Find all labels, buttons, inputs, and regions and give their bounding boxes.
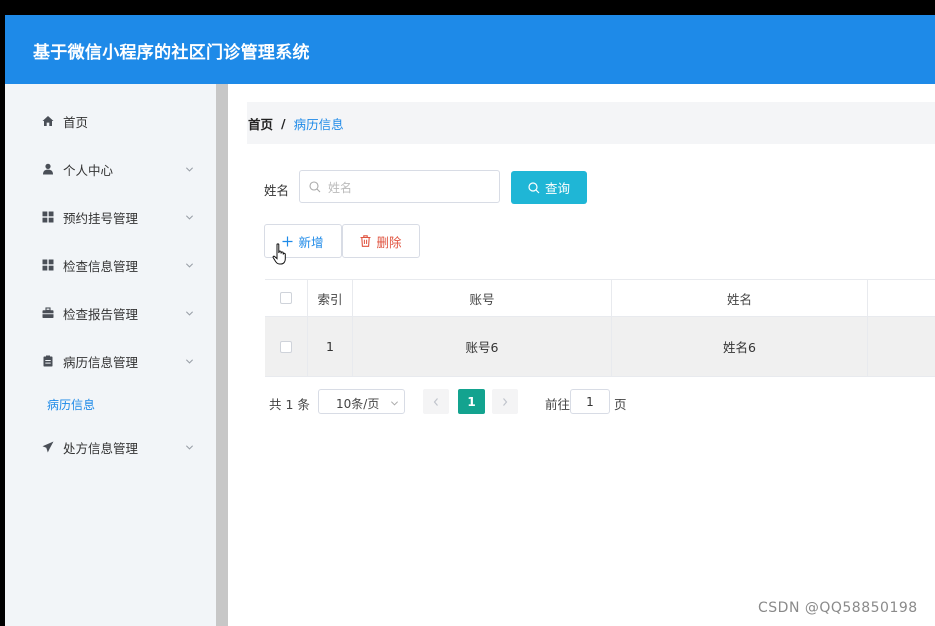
chevron-right-icon (503, 397, 508, 406)
sidebar-item-prescription[interactable]: 处方信息管理 (5, 427, 216, 467)
chevron-down-icon (185, 444, 194, 450)
add-button-label: 新增 (298, 234, 324, 250)
sidebar: 首页 个人中心 预约挂号管理 检查信息管理 检查报告管理 病历信息管理 病历信息… (5, 84, 216, 626)
sidebar-item-appointment[interactable]: 预约挂号管理 (5, 197, 216, 237)
user-icon (42, 163, 54, 175)
sidebar-scrollbar[interactable] (216, 84, 228, 626)
pagination: 共 1 条 10条/页 1 前往 1 页 (265, 389, 665, 415)
total-count: 共 1 条 (269, 397, 310, 412)
grid-icon (42, 259, 54, 271)
sidebar-item-label: 检查报告管理 (63, 306, 139, 322)
sidebar-item-exam-report[interactable]: 检查报告管理 (5, 293, 216, 333)
chevron-down-icon (185, 358, 194, 364)
top-header: 基于微信小程序的社区门诊管理系统 (5, 15, 935, 84)
sidebar-item-label: 个人中心 (63, 162, 114, 178)
prev-page-button[interactable] (423, 389, 449, 414)
sidebar-item-label: 检查信息管理 (63, 258, 139, 274)
select-all-checkbox[interactable] (280, 292, 292, 304)
sidebar-item-label: 首页 (63, 114, 89, 130)
system-title: 基于微信小程序的社区门诊管理系统 (33, 43, 310, 63)
search-field[interactable] (299, 170, 500, 203)
app-window: 基于微信小程序的社区门诊管理系统 首页 个人中心 预约挂号管理 检查信息管理 检… (5, 15, 935, 626)
table-header: 索引 账号 姓名 (265, 279, 935, 317)
trash-icon (360, 235, 371, 247)
sidebar-item-label: 预约挂号管理 (63, 210, 139, 226)
search-icon (309, 181, 321, 193)
sidebar-subitem-label: 病历信息 (47, 397, 96, 412)
sidebar-subitem-medical-record-info[interactable]: 病历信息 (5, 389, 216, 419)
hand-cursor-icon (272, 243, 286, 265)
goto-page-input[interactable]: 1 (570, 389, 610, 414)
home-icon (42, 115, 54, 127)
column-header-extra (868, 280, 935, 316)
page-size-value: 10条/页 (336, 397, 380, 411)
chevron-down-icon (390, 401, 399, 406)
search-icon (528, 181, 540, 193)
search-input[interactable] (326, 178, 495, 198)
sidebar-item-home[interactable]: 首页 (5, 101, 216, 141)
records-table: 索引 账号 姓名 1 账号6 姓名6 (265, 279, 935, 378)
table-row[interactable]: 1 账号6 姓名6 (265, 317, 935, 377)
chevron-down-icon (185, 214, 194, 220)
column-header-name: 姓名 (612, 280, 868, 316)
breadcrumb-current: 病历信息 (293, 116, 344, 132)
page-size-select[interactable]: 10条/页 (318, 389, 405, 414)
cell-extra (868, 317, 935, 376)
header-checkbox-cell (265, 280, 308, 316)
sidebar-item-personal-center[interactable]: 个人中心 (5, 149, 216, 189)
watermark: CSDN @QQ58850198 (758, 600, 918, 616)
chevron-down-icon (185, 262, 194, 268)
chevron-left-icon (433, 397, 438, 406)
breadcrumb-home[interactable]: 首页 (248, 114, 273, 133)
next-page-button[interactable] (492, 389, 518, 414)
cell-account: 账号6 (353, 317, 612, 376)
grid-icon (42, 211, 54, 223)
page-number-current[interactable]: 1 (458, 389, 485, 414)
send-icon (42, 441, 54, 453)
breadcrumb: 首页 / 病历信息 (247, 102, 935, 144)
delete-button[interactable]: 删除 (342, 224, 420, 258)
column-header-index: 索引 (308, 280, 353, 316)
sidebar-item-exam-info[interactable]: 检查信息管理 (5, 245, 216, 285)
query-button-label: 查询 (544, 181, 570, 196)
sidebar-item-label: 处方信息管理 (63, 440, 139, 456)
search-label: 姓名 (264, 183, 290, 198)
delete-button-label: 删除 (376, 234, 402, 250)
briefcase-icon (42, 307, 54, 319)
sidebar-item-medical-record[interactable]: 病历信息管理 (5, 341, 216, 381)
cell-name: 姓名6 (612, 317, 868, 376)
row-checkbox-cell (265, 317, 308, 376)
clipboard-icon (42, 355, 54, 367)
goto-page-suffix: 页 (614, 397, 627, 412)
breadcrumb-separator: / (281, 115, 286, 131)
cell-index: 1 (308, 317, 353, 376)
main-content: 首页 / 病历信息 姓名 查询 新增 删除 (228, 84, 935, 626)
query-button[interactable]: 查询 (511, 171, 587, 204)
sidebar-item-label: 病历信息管理 (63, 354, 139, 370)
chevron-down-icon (185, 310, 194, 316)
chevron-down-icon (185, 166, 194, 172)
goto-label: 前往 (545, 397, 571, 412)
column-header-account: 账号 (353, 280, 612, 316)
row-checkbox[interactable] (280, 340, 292, 353)
